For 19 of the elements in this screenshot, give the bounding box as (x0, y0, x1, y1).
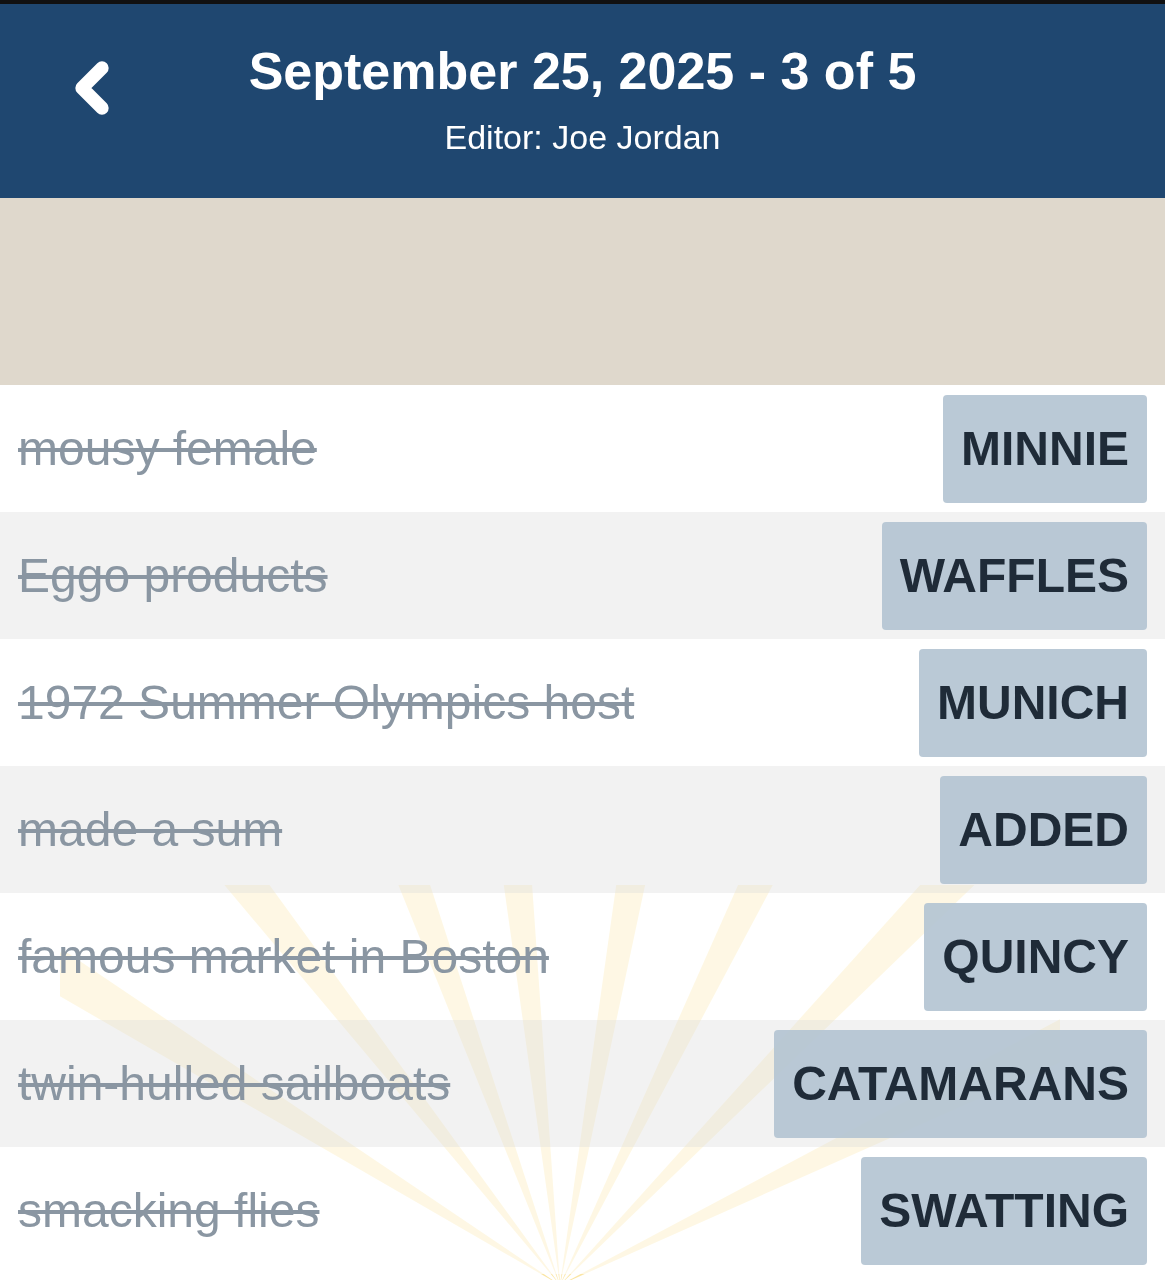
clue-row[interactable]: Eggo products WAFFLES (0, 512, 1165, 639)
answer-tile: WAFFLES (881, 521, 1147, 630)
answer-tile: MINNIE (943, 394, 1147, 503)
answer-tile: MUNICH (919, 648, 1147, 757)
clue-row[interactable]: made a sum ADDED (0, 766, 1165, 893)
clue-row[interactable]: twin-hulled sailboats CATAMARANS (0, 1020, 1165, 1147)
clue-text: made a sum (18, 801, 283, 858)
clue-text: twin-hulled sailboats (18, 1055, 451, 1112)
puzzle-title: September 25, 2025 - 3 of 5 (248, 41, 917, 102)
editor-subtitle: Editor: Joe Jordan (444, 117, 721, 158)
answer-tile: SWATTING (861, 1156, 1147, 1265)
answer-tile: CATAMARANS (774, 1029, 1147, 1138)
clue-text: mousy female (18, 420, 317, 477)
clue-text: Eggo products (18, 547, 328, 604)
answer-tile: QUINCY (924, 902, 1147, 1011)
clue-text: smacking flies (18, 1182, 320, 1239)
clue-text: famous market in Boston (18, 928, 549, 985)
answer-tile: ADDED (940, 775, 1147, 884)
clue-text: 1972 Summer Olympics host (18, 674, 635, 731)
